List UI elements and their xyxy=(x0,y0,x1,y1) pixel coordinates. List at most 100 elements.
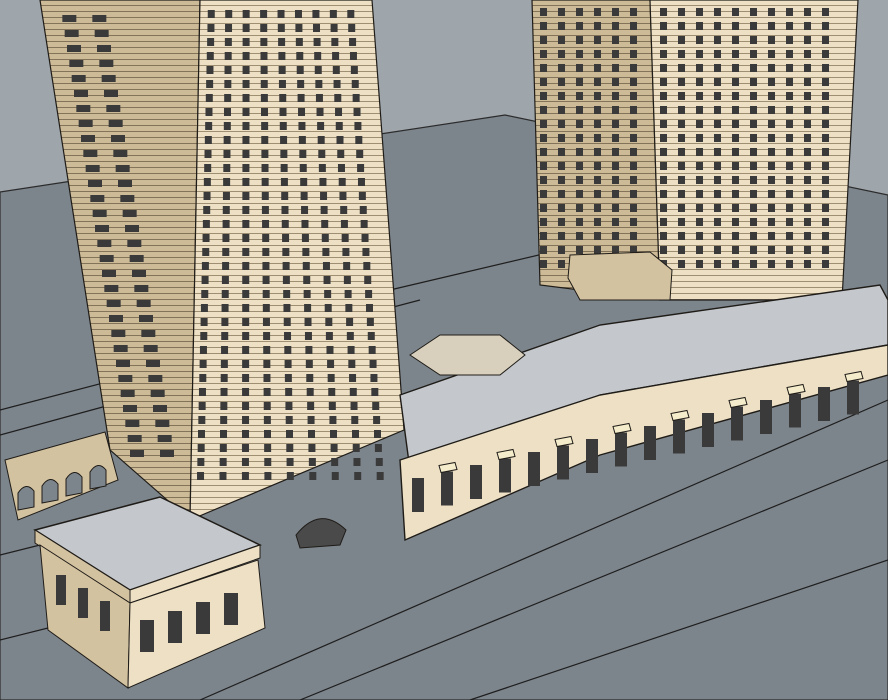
window xyxy=(696,120,703,128)
window xyxy=(732,218,739,226)
window xyxy=(540,232,547,240)
window xyxy=(594,148,601,156)
window xyxy=(263,374,271,382)
window xyxy=(594,106,601,114)
window xyxy=(612,176,619,184)
window xyxy=(223,108,231,116)
window xyxy=(342,248,350,256)
window xyxy=(714,92,721,100)
window xyxy=(594,190,601,198)
storefront-window xyxy=(818,387,830,421)
window xyxy=(303,276,311,284)
window xyxy=(282,248,290,256)
window xyxy=(768,246,775,254)
window xyxy=(309,472,317,480)
window xyxy=(696,218,703,226)
window xyxy=(660,162,667,170)
window xyxy=(261,108,269,116)
window xyxy=(768,190,775,198)
window xyxy=(242,38,250,46)
balcony-window xyxy=(130,450,144,457)
window xyxy=(660,36,667,44)
window xyxy=(594,218,601,226)
window xyxy=(714,218,721,226)
window xyxy=(220,360,228,368)
window xyxy=(333,80,341,88)
storefront-window xyxy=(528,452,540,486)
window xyxy=(321,234,329,242)
window xyxy=(576,176,583,184)
window xyxy=(241,472,249,480)
window xyxy=(262,234,270,242)
window xyxy=(804,148,811,156)
window xyxy=(678,134,685,142)
window xyxy=(261,150,269,158)
balcony-window xyxy=(148,375,163,382)
window xyxy=(298,136,306,144)
window xyxy=(260,24,268,32)
window xyxy=(197,472,205,480)
window xyxy=(242,108,250,116)
window xyxy=(576,8,583,16)
window xyxy=(242,290,250,298)
window xyxy=(295,24,303,32)
window xyxy=(732,134,739,142)
window xyxy=(344,290,352,298)
window xyxy=(696,134,703,142)
balcony-window xyxy=(109,315,123,322)
window xyxy=(822,8,829,16)
window xyxy=(327,360,335,368)
window xyxy=(804,92,811,100)
window xyxy=(285,416,293,424)
window xyxy=(242,178,250,186)
window xyxy=(630,50,637,58)
window xyxy=(221,346,229,354)
window xyxy=(283,290,291,298)
window xyxy=(786,162,793,170)
window xyxy=(540,176,547,184)
window xyxy=(304,318,312,326)
balcony-window xyxy=(136,300,151,307)
balcony-window xyxy=(139,315,153,322)
storefront-window xyxy=(412,478,424,512)
window xyxy=(221,276,229,284)
window xyxy=(558,260,565,268)
window xyxy=(594,120,601,128)
window xyxy=(714,64,721,72)
window xyxy=(337,164,345,172)
storefront-window xyxy=(78,588,88,618)
window xyxy=(714,8,721,16)
window xyxy=(696,106,703,114)
balcony-window xyxy=(106,105,121,112)
window xyxy=(768,106,775,114)
window xyxy=(242,374,250,382)
window xyxy=(822,190,829,198)
window xyxy=(203,192,211,200)
window xyxy=(540,120,547,128)
window xyxy=(558,36,565,44)
window xyxy=(750,22,757,30)
window xyxy=(612,218,619,226)
window xyxy=(368,346,376,354)
window xyxy=(242,80,250,88)
window xyxy=(222,206,230,214)
window xyxy=(540,190,547,198)
window xyxy=(558,232,565,240)
podium-right-pavilion xyxy=(567,251,673,301)
window xyxy=(363,262,371,270)
window xyxy=(594,22,601,30)
balcony-window xyxy=(95,225,109,232)
window xyxy=(197,458,205,466)
window xyxy=(277,10,285,18)
window xyxy=(282,262,290,270)
window xyxy=(343,276,351,284)
window xyxy=(678,162,685,170)
window xyxy=(786,148,793,156)
window xyxy=(678,176,685,184)
arch xyxy=(65,472,83,497)
window xyxy=(262,318,270,326)
window xyxy=(221,318,229,326)
window xyxy=(225,24,233,32)
window xyxy=(284,346,292,354)
balcony-window xyxy=(141,330,156,337)
